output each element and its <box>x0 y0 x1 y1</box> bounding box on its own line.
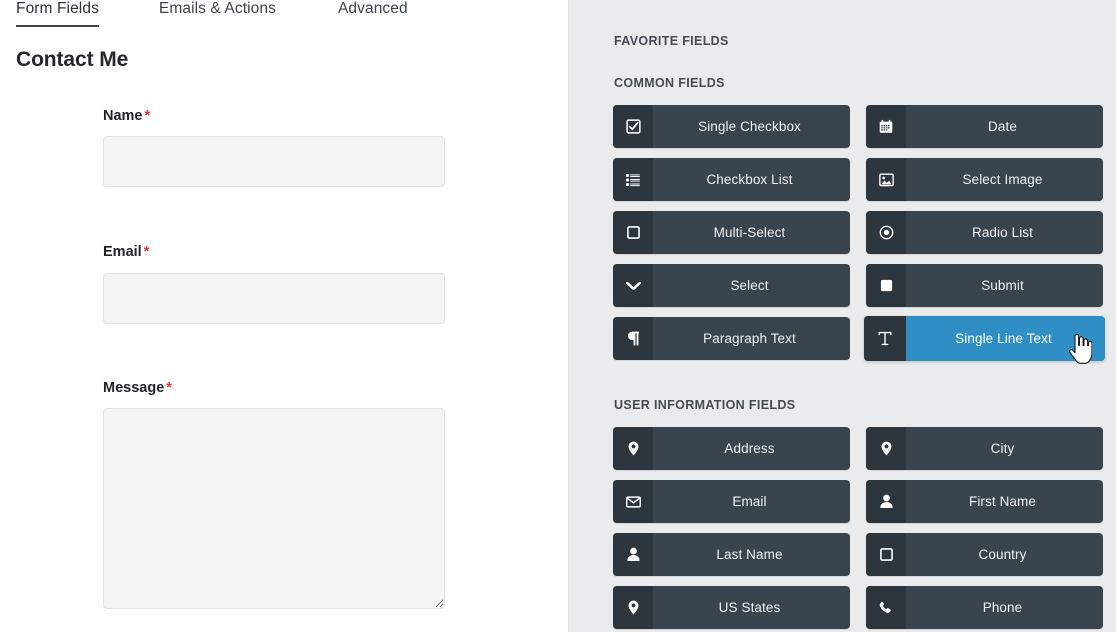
tab-advanced[interactable]: Advanced <box>338 0 408 27</box>
section-heading-favorite-fields: FAVORITE FIELDS <box>614 34 729 48</box>
field-button-radio-list[interactable]: Radio List <box>866 211 1103 254</box>
field-label-email: Email* <box>103 244 445 261</box>
tab-emails-actions[interactable]: Emails & Actions <box>159 0 276 27</box>
field-button-label: Email <box>653 480 850 523</box>
map-pin-icon <box>613 586 653 629</box>
field-button-label: Last Name <box>653 533 850 576</box>
app-root: Form Fields Emails & Actions Advanced Co… <box>0 0 1116 632</box>
field-button-select-image[interactable]: Select Image <box>866 158 1103 201</box>
form-fields-list: Name* Email* Message* <box>103 108 445 609</box>
radio-dot-icon <box>866 211 906 254</box>
field-button-label: Submit <box>906 264 1103 307</box>
field-button-city[interactable]: City <box>866 427 1103 470</box>
user-information-fields-grid: Address City Email First Name Last Name Count… <box>613 427 1103 629</box>
tab-form-fields[interactable]: Form Fields <box>16 0 99 27</box>
field-button-label: Paragraph Text <box>653 317 850 360</box>
pilcrow-icon <box>613 317 653 360</box>
field-button-label: Radio List <box>906 211 1103 254</box>
field-button-label: US States <box>653 586 850 629</box>
field-button-label: Multi-Select <box>653 211 850 254</box>
common-fields-grid: Single Checkbox Date Checkbox List Select I… <box>613 105 1103 361</box>
field-button-last-name[interactable]: Last Name <box>613 533 850 576</box>
form-field-message: Message* <box>103 380 445 609</box>
field-button-phone[interactable]: Phone <box>866 586 1103 629</box>
field-button-label: City <box>906 427 1103 470</box>
form-field-name: Name* <box>103 108 445 187</box>
image-icon <box>866 158 906 201</box>
envelope-icon <box>613 480 653 523</box>
field-button-address[interactable]: Address <box>613 427 850 470</box>
field-button-label: Phone <box>906 586 1103 629</box>
tab-emails-actions-label: Emails & Actions <box>159 0 276 17</box>
map-pin-icon <box>866 427 906 470</box>
field-button-label: Single Line Text <box>906 316 1105 361</box>
section-heading-common-fields: COMMON FIELDS <box>614 76 725 90</box>
field-button-us-states[interactable]: US States <box>613 586 850 629</box>
field-button-first-name[interactable]: First Name <box>866 480 1103 523</box>
field-button-label: Single Checkbox <box>653 105 850 148</box>
person-icon <box>866 480 906 523</box>
field-button-country[interactable]: Country <box>866 533 1103 576</box>
chevron-down-icon <box>613 264 653 307</box>
section-heading-user-information-fields: USER INFORMATION FIELDS <box>614 398 795 412</box>
field-button-submit[interactable]: Submit <box>866 264 1103 307</box>
square-outline-icon <box>866 533 906 576</box>
text-cursor-icon <box>864 316 906 361</box>
field-label-name: Name* <box>103 108 445 125</box>
field-button-select[interactable]: Select <box>613 264 850 307</box>
page-title: Contact Me <box>16 48 128 72</box>
field-button-label: Date <box>906 105 1103 148</box>
field-gap-1 <box>103 187 445 244</box>
field-button-paragraph-text[interactable]: Paragraph Text <box>613 317 850 360</box>
field-button-label: Checkbox List <box>653 158 850 201</box>
message-textarea[interactable] <box>103 408 445 609</box>
checkbox-checked-icon <box>613 105 653 148</box>
fields-panel: FAVORITE FIELDS COMMON FIELDS Single Che… <box>568 0 1116 632</box>
field-button-label: Address <box>653 427 850 470</box>
field-label-message: Message* <box>103 380 445 397</box>
field-label-email-text: Email <box>103 244 142 260</box>
field-gap-2 <box>103 324 445 380</box>
square-filled-icon <box>866 264 906 307</box>
field-button-label: Country <box>906 533 1103 576</box>
list-icon <box>613 158 653 201</box>
field-label-name-text: Name <box>103 108 143 124</box>
field-button-label: Select Image <box>906 158 1103 201</box>
field-button-multi-select[interactable]: Multi-Select <box>613 211 850 254</box>
field-button-label: Select <box>653 264 850 307</box>
form-field-email: Email* <box>103 244 445 323</box>
phone-icon <box>866 586 906 629</box>
calendar-icon <box>866 105 906 148</box>
email-input[interactable] <box>103 273 445 324</box>
name-input[interactable] <box>103 136 445 187</box>
field-label-message-text: Message <box>103 380 164 396</box>
field-button-email[interactable]: Email <box>613 480 850 523</box>
required-asterisk: * <box>166 380 172 396</box>
map-pin-icon <box>613 427 653 470</box>
required-asterisk: * <box>145 108 151 124</box>
field-button-date[interactable]: Date <box>866 105 1103 148</box>
field-button-checkbox-list[interactable]: Checkbox List <box>613 158 850 201</box>
form-preview-pane: Form Fields Emails & Actions Advanced Co… <box>0 0 568 632</box>
field-button-label: First Name <box>906 480 1103 523</box>
tab-bar: Form Fields Emails & Actions Advanced <box>0 0 408 32</box>
tab-advanced-label: Advanced <box>338 0 408 17</box>
field-button-single-checkbox[interactable]: Single Checkbox <box>613 105 850 148</box>
field-button-single-line-text[interactable]: Single Line Text <box>864 316 1105 361</box>
person-icon <box>613 533 653 576</box>
square-outline-icon <box>613 211 653 254</box>
tab-form-fields-label: Form Fields <box>16 0 99 17</box>
required-asterisk: * <box>144 244 150 260</box>
